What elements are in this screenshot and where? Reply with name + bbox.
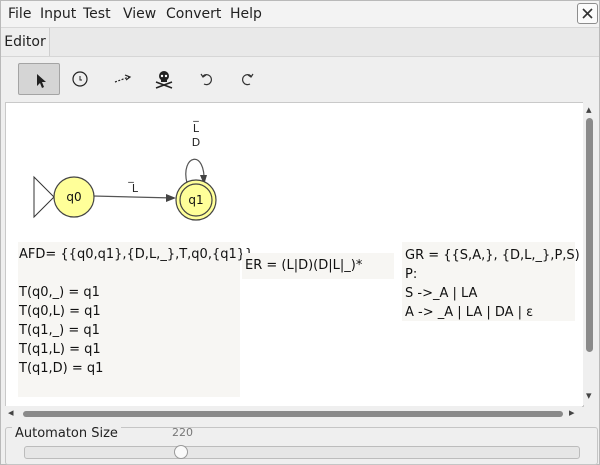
- afd-transition-line: T(q1,D) = q1: [19, 361, 104, 376]
- attribute-editor-tool-button[interactable]: [18, 63, 60, 95]
- menu-view[interactable]: View: [123, 5, 156, 23]
- menu-test[interactable]: Test: [83, 5, 111, 23]
- afd-transition-line: T(q0,_) = q1: [19, 285, 100, 300]
- automaton-canvas[interactable]: _ L _ L D q0 q1 AFD= {{q0,q1},{D,L,_},T,…: [5, 102, 584, 407]
- transition-label: _: [192, 109, 199, 122]
- state-label: q0: [66, 190, 81, 204]
- afd-definition: AFD= {{q0,q1},{D,L,_},T,q0,{q1}}: [19, 247, 254, 262]
- afd-definition-panel: AFD= {{q0,q1},{D,L,_},T,q0,{q1}} T(q0,_)…: [18, 242, 253, 397]
- scroll-up-icon[interactable]: ▴: [586, 104, 592, 116]
- transition-label: L: [132, 182, 139, 195]
- menu-convert[interactable]: Convert: [166, 5, 221, 23]
- grammar-panel: GR = {{S,A,}, {D,L,_},P,S) P: S ->_A | L…: [402, 242, 580, 321]
- automaton-size-label: Automaton Size: [12, 426, 121, 442]
- skull-deleter-icon: [155, 71, 173, 89]
- tab-bar: Editor: [1, 28, 599, 57]
- state-creator-icon: [72, 71, 88, 87]
- automaton-size-value: 220: [172, 426, 193, 439]
- app-window: File Input Test View Convert Help Editor: [0, 0, 600, 465]
- state-label: q1: [188, 193, 203, 207]
- deleter-tool-button[interactable]: [143, 63, 185, 95]
- transition-arrowhead: [166, 194, 176, 202]
- grammar-line: A -> _A | LA | DA | ε: [405, 305, 534, 320]
- state-creator-tool-button[interactable]: [59, 63, 101, 95]
- automaton-size-slider[interactable]: [24, 446, 580, 459]
- initial-state-arrow: [33, 175, 55, 219]
- regular-expression-panel: ER = (L|D)(D|L|_)*: [242, 253, 394, 279]
- menu-help[interactable]: Help: [230, 5, 262, 23]
- close-icon: [582, 8, 593, 19]
- transition-creator-icon: [114, 74, 132, 83]
- vertical-scrollbar[interactable]: ▴ ▾: [583, 102, 597, 405]
- afd-transition-line: T(q0,L) = q1: [19, 304, 101, 319]
- redo-button[interactable]: [227, 63, 269, 95]
- grammar-line: P:: [405, 267, 418, 282]
- tab-editor[interactable]: Editor: [1, 28, 50, 56]
- transition-creator-tool-button[interactable]: [101, 63, 143, 95]
- redo-icon: [242, 73, 254, 86]
- vertical-scrollbar-thumb[interactable]: [586, 118, 593, 352]
- grammar-line: GR = {{S,A,}, {D,L,_},P,S): [405, 248, 580, 263]
- transition-label: L: [193, 122, 200, 135]
- automaton-size-group: Automaton Size 220: [5, 426, 598, 465]
- undo-button[interactable]: [185, 63, 227, 95]
- transition-label: D: [192, 136, 200, 149]
- toolbar: [1, 57, 599, 101]
- horizontal-scrollbar[interactable]: ◂ ▸: [5, 406, 582, 421]
- grammar-line: S ->_A | LA: [405, 286, 478, 301]
- scroll-left-icon[interactable]: ◂: [8, 407, 14, 419]
- close-button[interactable]: [577, 3, 598, 24]
- transition-q0-q1[interactable]: [92, 195, 175, 199]
- scroll-right-icon[interactable]: ▸: [569, 407, 575, 419]
- afd-transition-line: T(q1,L) = q1: [19, 342, 101, 357]
- scroll-down-icon[interactable]: ▾: [586, 390, 592, 402]
- menu-file[interactable]: File: [8, 5, 31, 23]
- afd-transition-line: T(q1,_) = q1: [19, 323, 100, 338]
- automaton-size-slider-handle[interactable]: [174, 445, 188, 459]
- cursor-arrow-icon: [37, 74, 46, 88]
- undo-icon: [200, 73, 212, 86]
- regular-expression: ER = (L|D)(D|L|_)*: [245, 258, 363, 273]
- horizontal-scrollbar-thumb[interactable]: [23, 411, 563, 417]
- menu-bar: File Input Test View Convert Help: [1, 1, 599, 28]
- menu-input[interactable]: Input: [40, 5, 76, 23]
